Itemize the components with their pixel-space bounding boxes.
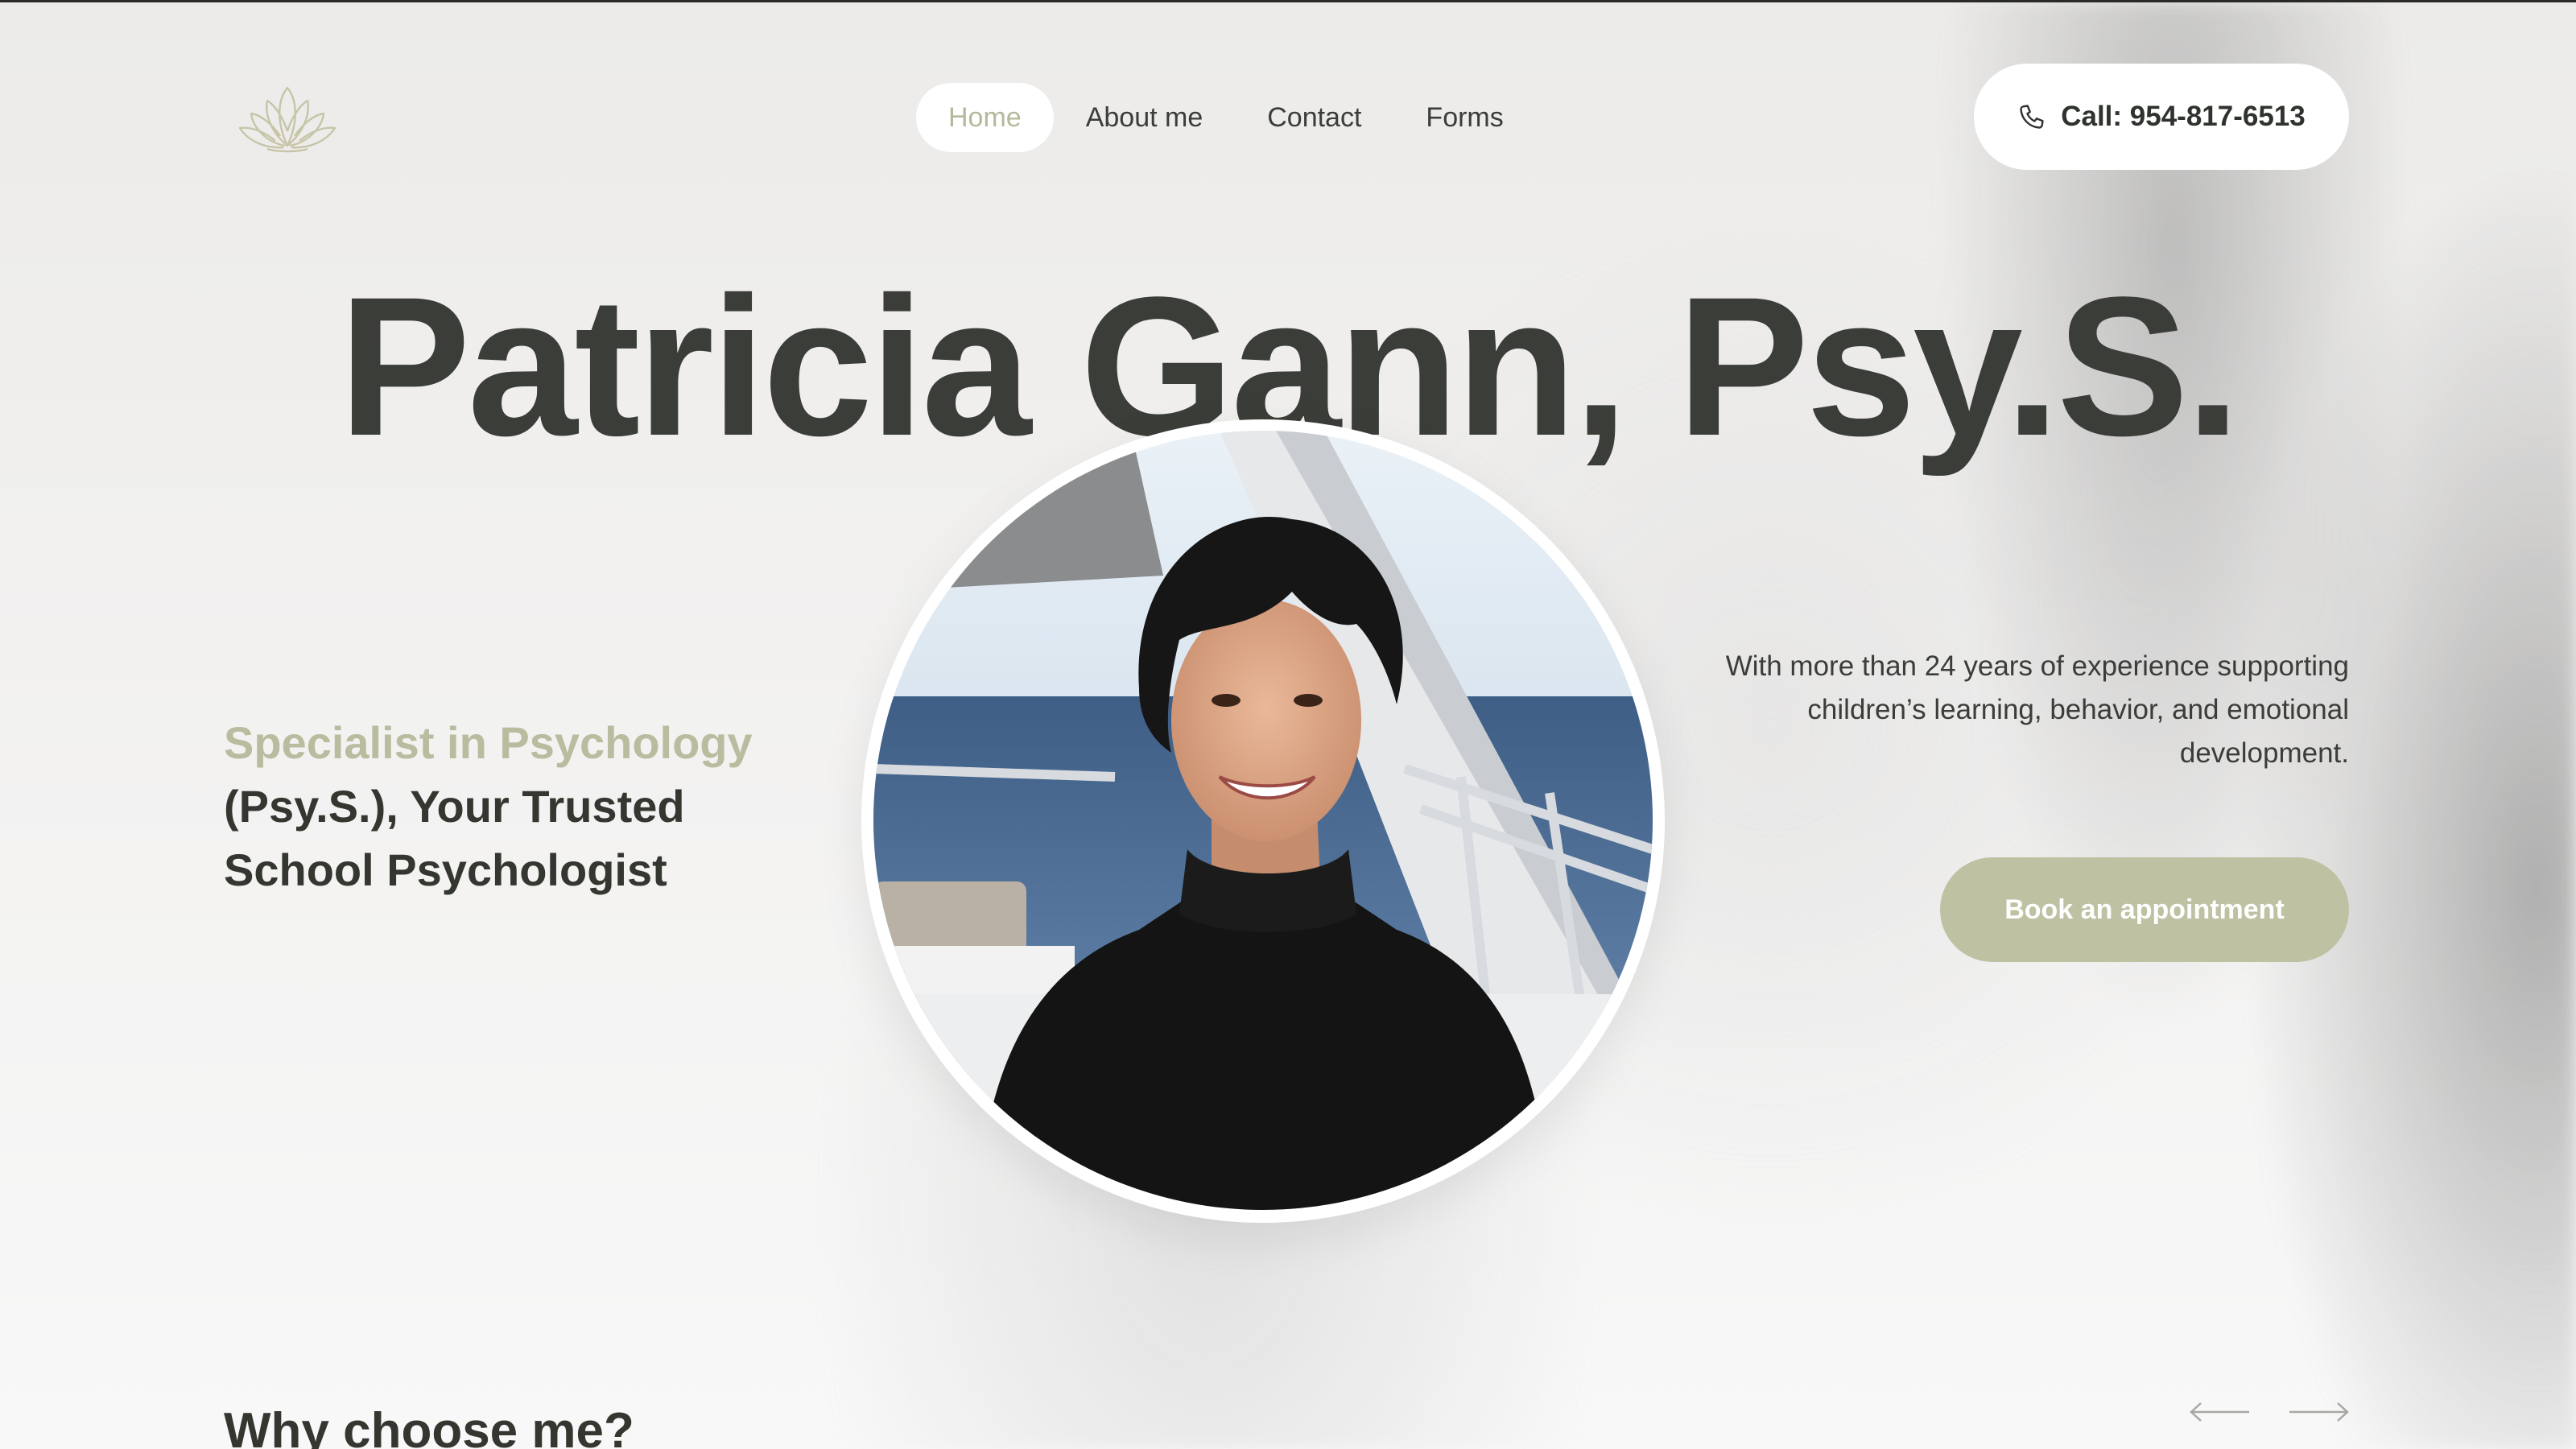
main-nav: Home About me Contact Forms — [916, 83, 1536, 152]
lotus-icon[interactable] — [235, 81, 340, 155]
experience-text: With more than 24 years of experience su… — [1725, 650, 2349, 769]
call-label: Call: 954-817-6513 — [2061, 101, 2306, 132]
nav-home[interactable]: Home — [916, 83, 1054, 152]
arrow-left-icon[interactable] — [2188, 1393, 2251, 1430]
specialist-tagline: Specialist in Psychology (Psy.S.), Your … — [224, 711, 836, 902]
section-title: Why choose me? — [224, 1403, 634, 1449]
carousel-controls — [2188, 1393, 2351, 1430]
nav-contact[interactable]: Contact — [1235, 83, 1393, 152]
phone-icon — [2020, 105, 2044, 129]
arrow-right-icon[interactable] — [2288, 1393, 2351, 1430]
specialist-accent: Specialist in Psychology — [224, 717, 753, 768]
nav-about-me[interactable]: About me — [1054, 83, 1236, 152]
page: Home About me Contact Forms Call: 954-81… — [0, 0, 2576, 1449]
call-button[interactable]: Call: 954-817-6513 — [1974, 64, 2349, 170]
nav-forms[interactable]: Forms — [1393, 83, 1535, 152]
portrait-photo — [873, 431, 1653, 1210]
book-appointment-button[interactable]: Book an appointment — [1940, 857, 2349, 962]
specialist-rest: (Psy.S.), Your Trusted School Psychologi… — [224, 781, 685, 895]
